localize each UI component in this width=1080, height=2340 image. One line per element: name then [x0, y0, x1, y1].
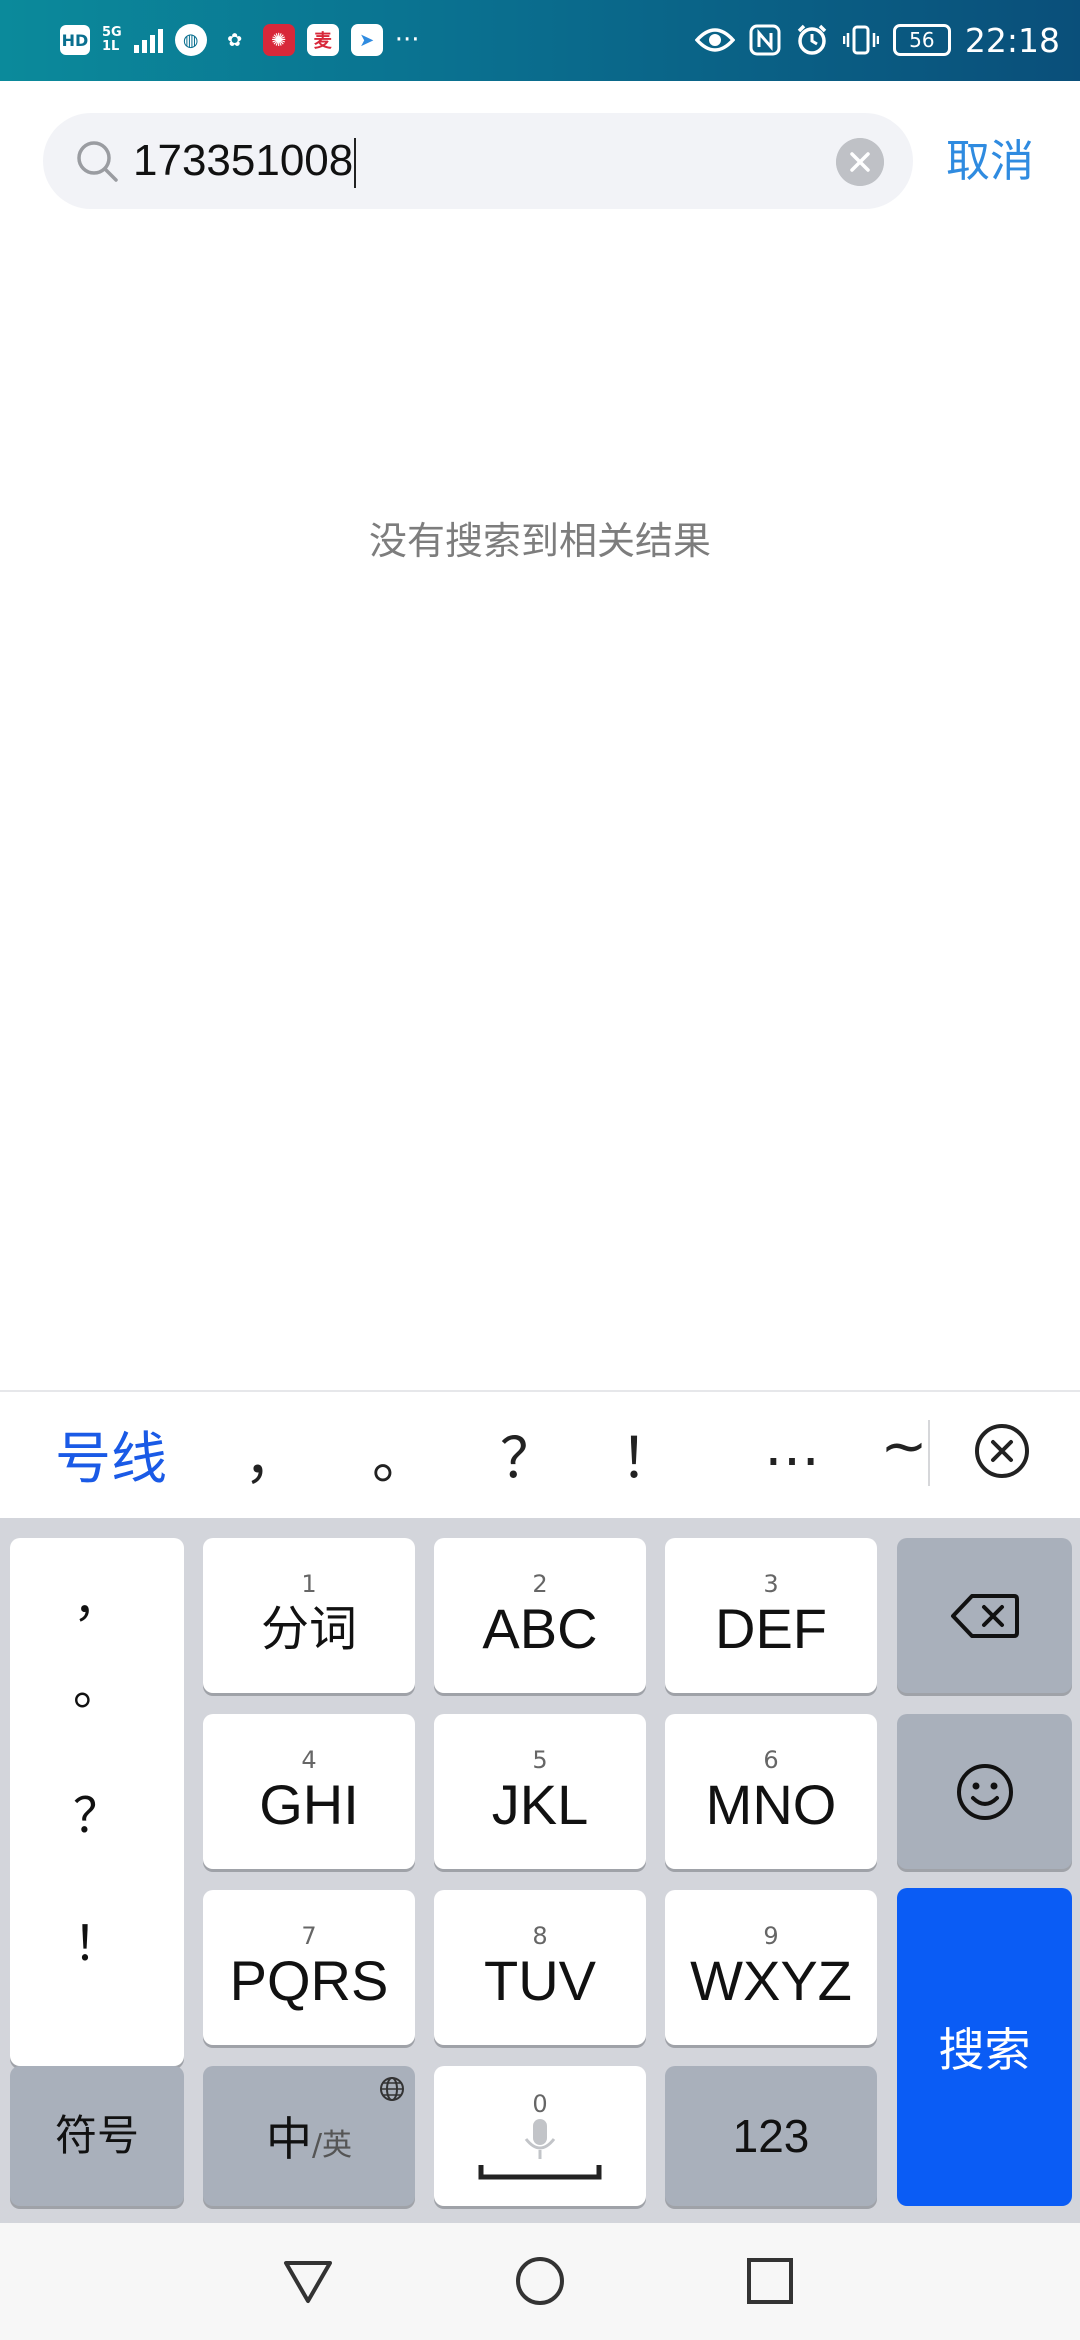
nfc-icon: [749, 24, 781, 56]
key-num: 4: [301, 1745, 317, 1774]
key-9[interactable]: 9 WXYZ: [665, 1890, 877, 2045]
key-num: 5: [532, 1745, 548, 1774]
key-6[interactable]: 6 MNO: [665, 1714, 877, 1869]
key-5[interactable]: 5 JKL: [434, 1714, 646, 1869]
clear-icon[interactable]: [836, 138, 884, 186]
key-num: 3: [763, 1569, 779, 1598]
key-num: 2: [532, 1569, 548, 1598]
key-num: 8: [532, 1921, 548, 1950]
search-key-button[interactable]: 搜索: [897, 1888, 1072, 2206]
key-label: PQRS: [229, 1948, 389, 2012]
language-alt: /英: [311, 2128, 353, 2163]
key-num: 7: [301, 1921, 317, 1950]
hd-badge: HD: [60, 25, 90, 55]
symbols-label: 符号: [54, 2111, 139, 2160]
key-label: JKL: [491, 1772, 589, 1836]
back-icon[interactable]: [282, 2255, 334, 2307]
search-input[interactable]: 173351008: [133, 127, 853, 195]
numbers-label: 123: [732, 2110, 810, 2162]
navigation-bar: [0, 2223, 1080, 2340]
candidate-period[interactable]: 。: [370, 1414, 430, 1495]
close-circle-icon[interactable]: [973, 1422, 1031, 1480]
text-cursor: [354, 138, 357, 189]
flower-app-icon: ✺: [262, 24, 295, 56]
emoji-button[interactable]: [897, 1714, 1072, 1869]
search-bar[interactable]: 173351008: [43, 113, 913, 209]
key-label: ABC: [482, 1596, 598, 1660]
key-8[interactable]: 8 TUV: [434, 1890, 646, 2045]
dingtalk-app-icon: ➤: [350, 24, 383, 56]
alarm-icon: [797, 24, 827, 55]
space-button[interactable]: 0: [434, 2066, 646, 2206]
key-label: DEF: [715, 1596, 827, 1660]
candidate-tilde[interactable]: ~: [876, 1414, 932, 1479]
search-query-text: 173351008: [133, 136, 354, 185]
emoji-icon: [956, 1763, 1013, 1820]
punct-exclamation[interactable]: ！: [10, 1904, 184, 1974]
cancel-button[interactable]: 取消: [946, 128, 1034, 196]
key-label: MNO: [705, 1772, 837, 1836]
candidate-comma[interactable]: ，: [242, 1414, 302, 1495]
backspace-icon: [950, 1593, 1019, 1638]
numbers-button[interactable]: 123: [665, 2066, 877, 2206]
space-num: 0: [532, 2090, 548, 2118]
empty-result-message: 没有搜索到相关结果: [368, 519, 711, 563]
key-4[interactable]: 4 GHI: [203, 1714, 415, 1869]
network-type: 5G 1L: [102, 26, 122, 54]
signal-icon: [133, 27, 163, 53]
key-label: 分词: [260, 1600, 357, 1657]
symbols-button[interactable]: 符号: [10, 2066, 184, 2206]
key-label: GHI: [259, 1772, 359, 1836]
battery-icon: 56: [892, 24, 951, 56]
status-right-icons: 56 22:18: [694, 18, 1060, 62]
key-label: TUV: [484, 1948, 596, 2012]
more-icon: ···: [394, 25, 420, 55]
eye-icon: [694, 28, 735, 52]
candidate-bar: 号线 ， 。 ？ ！ … ~: [0, 1390, 1080, 1518]
browser-app-icon: ◍: [174, 24, 207, 56]
candidate-exclamation[interactable]: ！: [618, 1414, 678, 1495]
home-icon[interactable]: [514, 2255, 566, 2307]
punct-question[interactable]: ？: [10, 1776, 184, 1846]
key-label: WXYZ: [690, 1948, 852, 2012]
language-label: 中/英: [266, 2103, 352, 2169]
punct-period[interactable]: 。: [10, 1648, 184, 1718]
candidate-divider: [928, 1420, 930, 1486]
wechat-app-icon: ✿: [227, 29, 243, 51]
backspace-button[interactable]: [897, 1538, 1072, 1693]
punct-comma[interactable]: ，: [10, 1560, 184, 1630]
candidate-question[interactable]: ？: [498, 1414, 558, 1495]
key-2[interactable]: 2 ABC: [434, 1538, 646, 1693]
search-icon: [77, 141, 118, 182]
status-bar: HD 5G 1L ◍ ✿ ✺ 麦 ➤ ··· 56 22:18: [0, 0, 1080, 81]
candidate-first[interactable]: 号线: [55, 1414, 167, 1495]
key-num: 6: [763, 1745, 779, 1774]
space-bar-icon: [478, 2165, 602, 2180]
vibrate-icon: [842, 25, 879, 55]
network-top-label: 5G: [102, 25, 122, 40]
recents-icon[interactable]: [744, 2255, 796, 2307]
candidate-ellipsis[interactable]: …: [762, 1414, 822, 1479]
language-main: 中: [265, 2112, 312, 2166]
key-1[interactable]: 1 分词: [203, 1538, 415, 1693]
key-3[interactable]: 3 DEF: [665, 1538, 877, 1693]
microphone-icon: [524, 2119, 556, 2159]
punctuation-column[interactable]: ， 。 ？ ！: [10, 1538, 184, 2066]
key-7[interactable]: 7 PQRS: [203, 1890, 415, 2045]
globe-icon: [380, 2077, 404, 2101]
clock: 22:18: [964, 20, 1060, 60]
network-bottom-label: 1L: [102, 39, 120, 54]
status-left-icons: HD 5G 1L ◍ ✿ ✺ 麦 ➤ ···: [60, 18, 420, 62]
mai-app-icon: 麦: [306, 24, 339, 56]
key-num: 1: [301, 1569, 317, 1598]
language-toggle-button[interactable]: 中/英: [203, 2066, 415, 2206]
key-num: 9: [763, 1921, 779, 1950]
